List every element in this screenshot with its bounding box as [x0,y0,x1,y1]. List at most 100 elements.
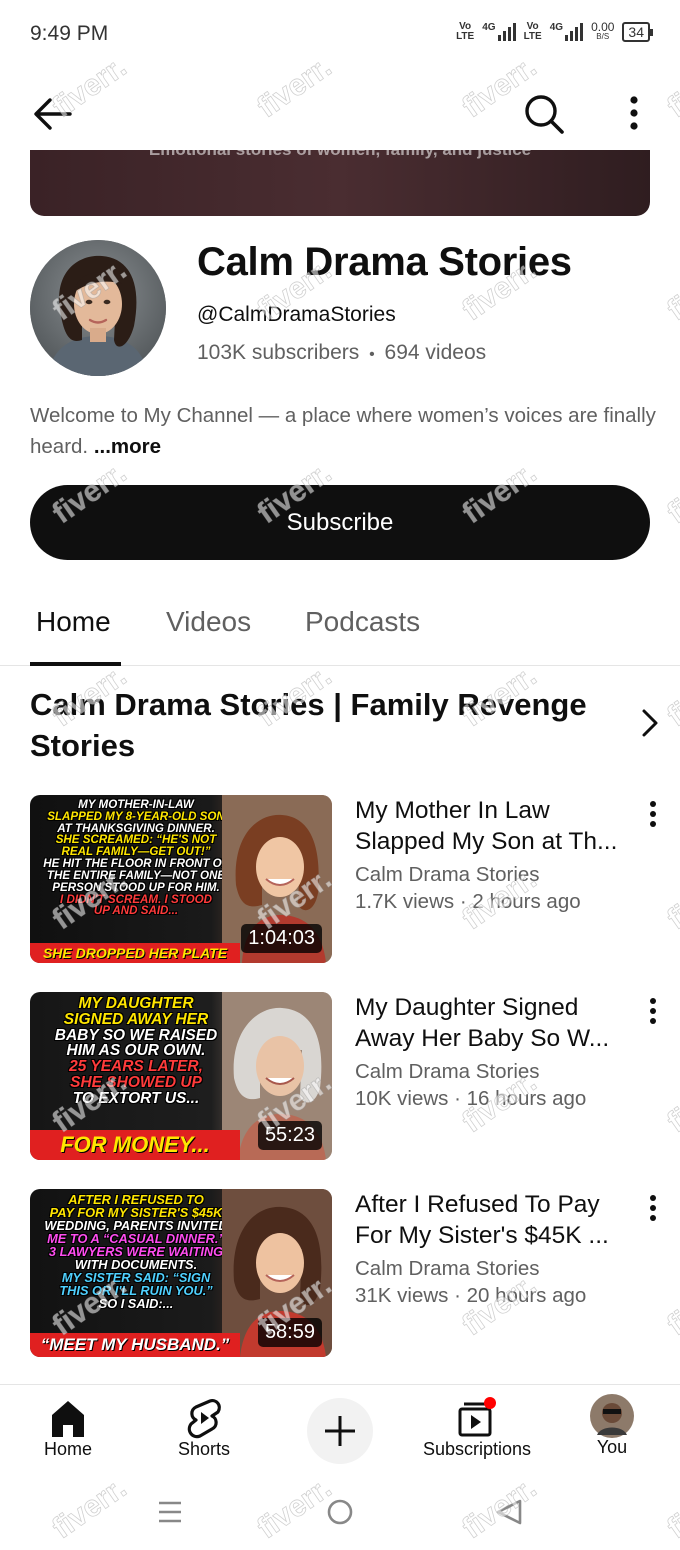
nav-home[interactable]: Home [30,1385,106,1475]
system-navigation-bar [0,1476,680,1550]
tab-podcasts[interactable]: Podcasts [305,606,420,638]
signal-icon-1 [497,23,516,41]
thumbnail-text-line: MY DAUGHTER [78,995,194,1012]
network-gen-1: 4G [482,22,496,33]
video-item[interactable]: MY MOTHER-IN-LAW SLAPPED MY 8-YEAR-OLD SO… [30,795,670,963]
volte-indicator-2: Vo LTE [523,21,542,42]
channel-stats: 103K subscribers • 694 videos [197,341,486,365]
tab-videos[interactable]: Videos [166,606,251,638]
thumbnail-text-line: SO I SAID:... [98,1296,174,1312]
active-tab-indicator [30,662,121,666]
recents-icon[interactable] [156,1498,184,1526]
video-meta: 10K views · 16 hours ago [355,1087,587,1110]
plus-icon [325,1416,355,1446]
video-meta: 1.7K views · 2 hours ago [355,890,581,913]
thumbnail-text: MY MOTHER-IN-LAW SLAPPED MY 8-YEAR-OLD SO… [34,799,238,917]
more-vert-icon [650,1195,656,1221]
top-app-bar [0,80,680,150]
nav-subscriptions[interactable]: Subscriptions [412,1385,542,1475]
back-triangle-icon[interactable] [494,1497,524,1527]
thumbnail-text-line: HIM AS OUR OWN. [66,1042,206,1060]
thumbnail-text-line: THE ENTIRE FAMILY—NOT ONE [46,868,226,882]
description-more-link[interactable]: ...more [94,435,161,458]
video-menu-button[interactable] [642,799,664,829]
section-title[interactable]: Calm Drama Stories | Family Revenge Stor… [30,684,620,766]
network-gen-2: 4G [549,22,564,33]
net-speed-unit: B/S [596,32,610,41]
video-channel-name[interactable]: Calm Drama Stories [355,1060,540,1084]
nav-you-label: You [596,1437,628,1457]
more-vert-icon [650,998,656,1024]
status-bar: 9:49 PM Vo LTE 4G Vo LTE 4G 0.00 B/S 34 [0,0,680,70]
thumbnail-text-line: 25 YEARS LATER, [69,1058,203,1076]
thumbnail-caption: FOR MONEY... [30,1130,240,1160]
thumbnail-caption: “MEET MY HUSBAND.” [30,1333,240,1357]
more-vert-icon [650,801,656,827]
status-time: 9:49 PM [30,22,109,45]
nav-shorts[interactable]: Shorts [166,1385,242,1475]
more-vert-icon [630,96,638,130]
thumbnail-caption: SHE DROPPED HER PLATE [30,943,240,963]
video-count: 694 videos [384,341,487,364]
thumbnail-text-line: SLAPPED MY 8-YEAR-OLD SON [47,809,225,823]
signal-icon-2 [565,23,584,41]
video-duration: 55:23 [257,1121,322,1150]
section-expand-button[interactable] [636,706,664,740]
thumbnail-text-line: BABY SO WE RAISED [54,1026,218,1044]
status-icons: Vo LTE 4G Vo LTE 4G 0.00 B/S 34 [456,20,653,42]
nav-you[interactable]: You [580,1385,644,1475]
shorts-icon [187,1399,221,1439]
search-icon [525,95,564,134]
channel-avatar[interactable] [30,240,166,376]
battery-icon: 34 [622,22,653,42]
nav-home-label: Home [43,1439,92,1459]
tab-home[interactable]: Home [36,606,111,638]
more-options-button[interactable] [618,92,650,136]
watermark-text: fiverr. [662,253,680,327]
profile-avatar [590,1394,634,1438]
subscribe-button[interactable]: Subscribe [30,485,650,560]
thumbnail-text-line: UP AND SAID... [93,904,179,918]
search-button[interactable] [522,92,566,136]
thumbnail-text-line: PERSON STOOD UP FOR HIM. [52,880,220,894]
video-thumbnail[interactable]: MY DAUGHTER SIGNED AWAY HER BABY SO WE RAI… [30,992,332,1160]
banner-text: Emotional stories of women, family, and … [30,150,650,160]
net-speed-value: 0.00 [591,20,615,34]
watermark-text: fiverr. [662,659,680,733]
create-button[interactable] [307,1398,373,1464]
thumbnail-text-line: TO EXTORT US... [72,1089,200,1107]
video-item[interactable]: AFTER I REFUSED TO PAY FOR MY SISTER'S $4… [30,1189,670,1357]
thumbnail-text-line: SHE SHOWED UP [70,1073,202,1091]
video-duration: 1:04:03 [241,924,322,953]
bottom-navigation: Home Shorts Subscriptions You [0,1384,680,1474]
channel-avatar-image [30,240,166,376]
channel-banner[interactable]: Emotional stories of women, family, and … [30,150,650,216]
arrow-left-icon [34,98,72,130]
video-meta: 31K views · 20 hours ago [355,1284,587,1307]
video-thumbnail[interactable]: AFTER I REFUSED TO PAY FOR MY SISTER'S $4… [30,1189,332,1357]
video-duration: 58:59 [257,1318,322,1347]
video-menu-button[interactable] [642,1193,664,1223]
thumbnail-text: MY DAUGHTER SIGNED AWAY HER BABY SO WE RAI… [34,996,238,1107]
subscriber-count: 103K subscribers [197,341,360,364]
thumbnail-text: AFTER I REFUSED TO PAY FOR MY SISTER'S $4… [34,1193,238,1310]
video-channel-name[interactable]: Calm Drama Stories [355,1257,540,1281]
home-circle-icon[interactable] [325,1497,355,1527]
video-title[interactable]: My Mother In Law Slapped My Son at Th... [355,795,635,857]
thumbnail-text-line: SIGNED AWAY HER [63,1010,209,1028]
net-speed: 0.00 B/S [591,20,615,42]
channel-name: Calm Drama Stories [197,240,572,284]
channel-description[interactable]: Welcome to My Channel — a place where wo… [30,400,660,462]
back-button[interactable] [30,92,74,136]
video-title[interactable]: After I Refused To Pay For My Sister's $… [355,1189,635,1251]
channel-tabs: Home Videos Podcasts [0,590,680,666]
video-item[interactable]: MY DAUGHTER SIGNED AWAY HER BABY SO WE RAI… [30,992,670,1160]
stats-separator: • [369,346,375,363]
channel-handle: @CalmDramaStories [197,303,396,326]
video-thumbnail[interactable]: MY MOTHER-IN-LAW SLAPPED MY 8-YEAR-OLD SO… [30,795,332,963]
home-icon [52,1401,84,1437]
video-menu-button[interactable] [642,996,664,1026]
chevron-right-icon [642,709,658,737]
video-channel-name[interactable]: Calm Drama Stories [355,863,540,887]
video-title[interactable]: My Daughter Signed Away Her Baby So W... [355,992,635,1054]
